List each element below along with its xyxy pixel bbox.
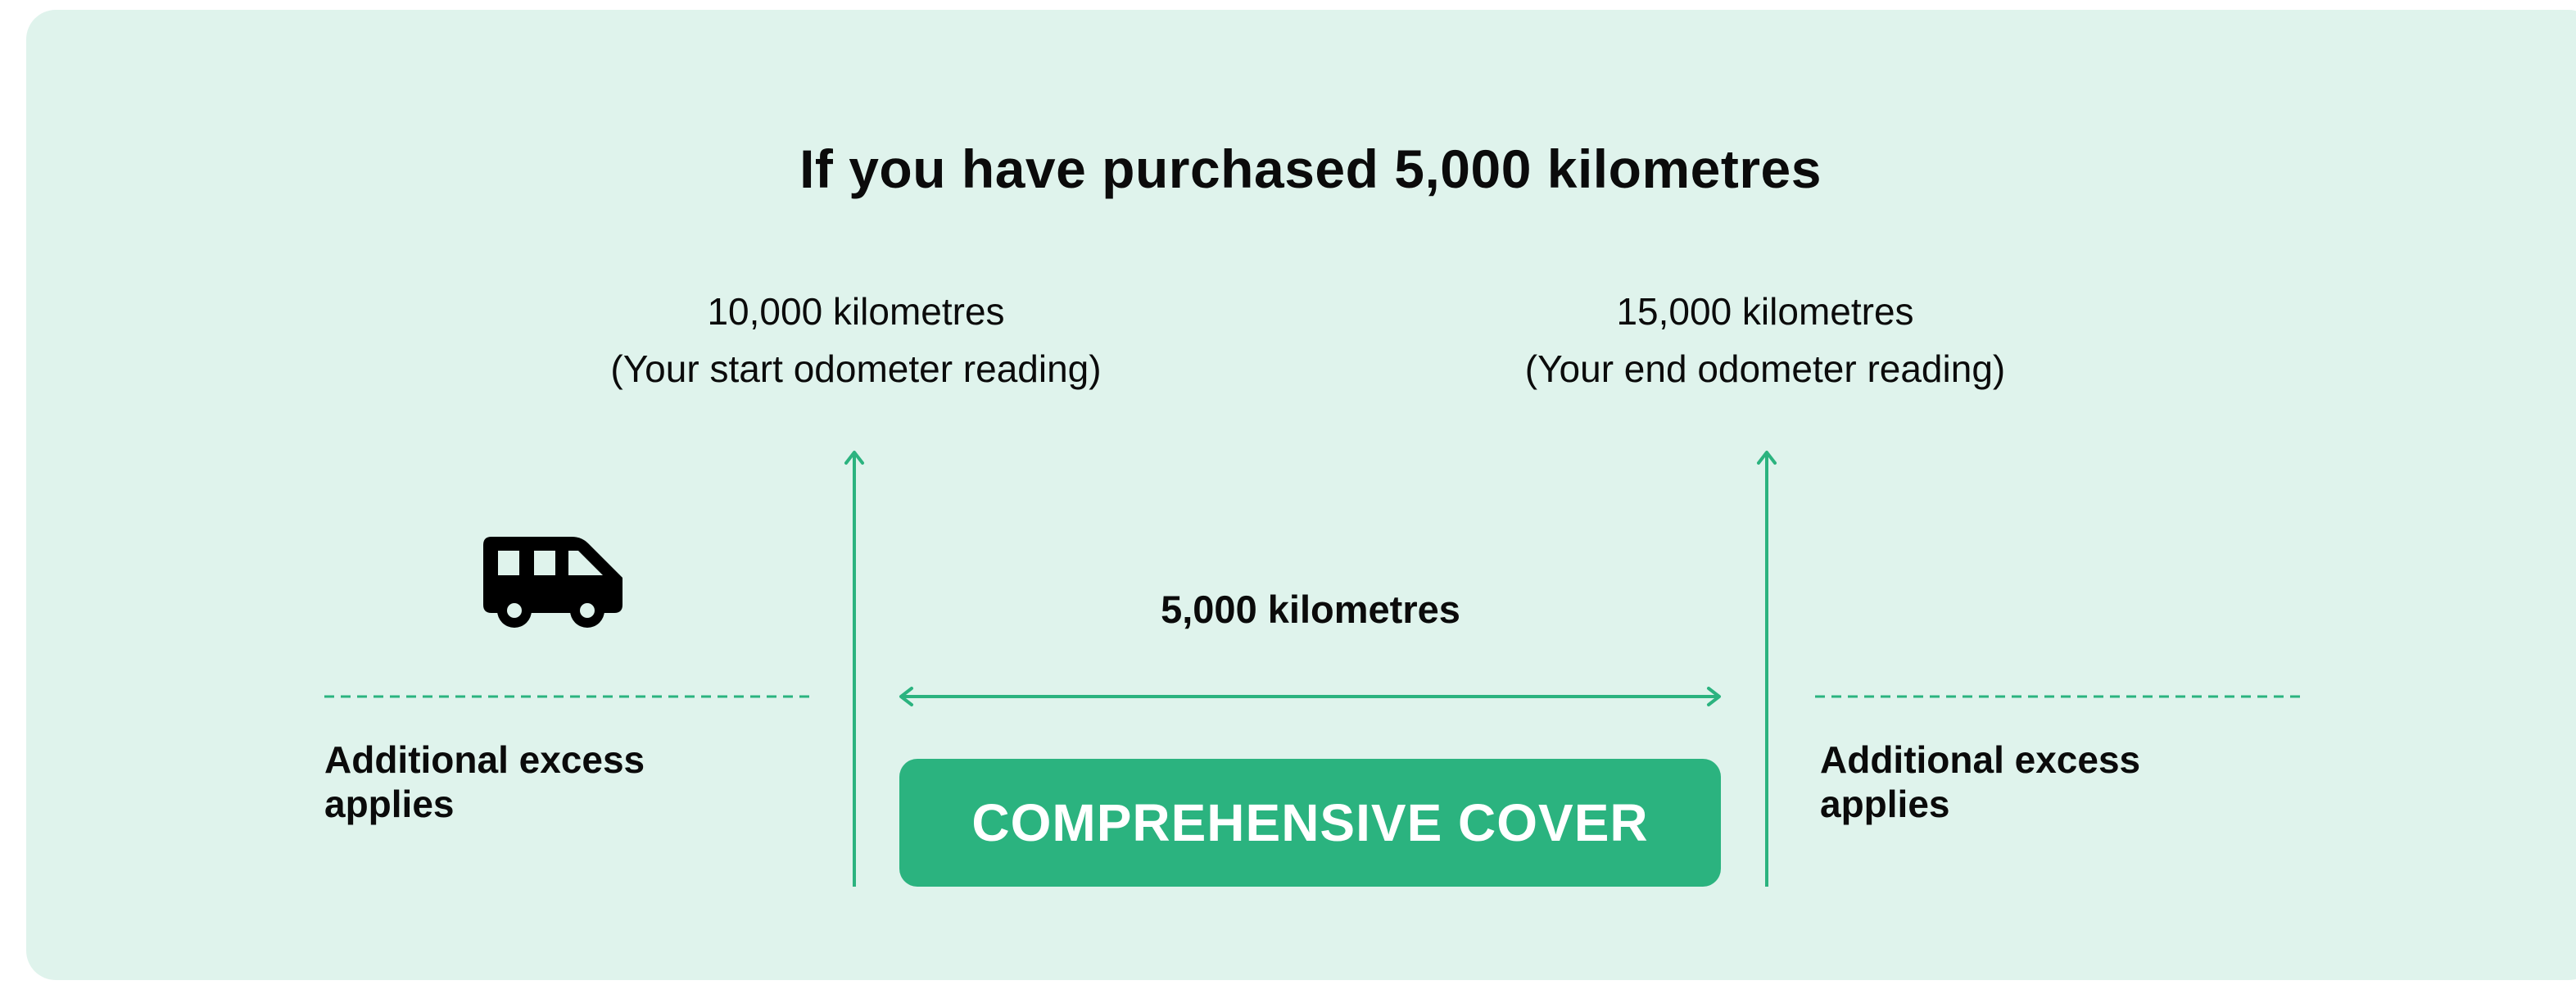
distance-double-arrow bbox=[899, 687, 1721, 706]
additional-excess-left: Additional excess applies bbox=[324, 738, 816, 826]
start-vertical-arrow bbox=[844, 451, 864, 887]
excess-left-line1: Additional excess bbox=[324, 738, 645, 781]
comprehensive-cover-banner: COMPREHENSIVE COVER bbox=[899, 759, 1721, 887]
additional-excess-right: Additional excess applies bbox=[1820, 738, 2311, 826]
excess-right-line1: Additional excess bbox=[1820, 738, 2141, 781]
covered-distance-label: 5,000 kilometres bbox=[1161, 588, 1460, 631]
excess-right-line2: applies bbox=[1820, 783, 1950, 825]
excess-left-line2: applies bbox=[324, 783, 455, 825]
end-vertical-arrow bbox=[1757, 451, 1777, 887]
campervan-icon bbox=[483, 537, 622, 628]
